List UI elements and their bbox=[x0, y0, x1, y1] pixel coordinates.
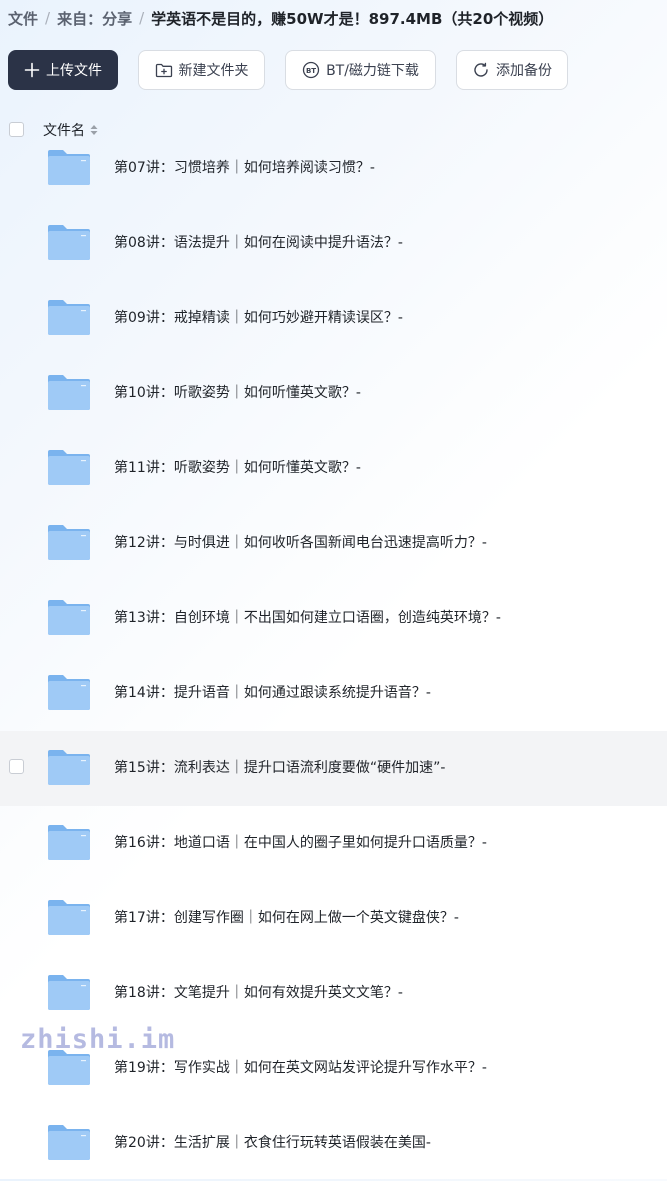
upload-button[interactable]: 上传文件 bbox=[8, 50, 118, 90]
folder-icon bbox=[48, 600, 90, 635]
folder-plus-icon bbox=[155, 62, 173, 78]
add-backup-button[interactable]: 添加备份 bbox=[456, 50, 568, 90]
folder-icon bbox=[48, 1125, 90, 1160]
folder-icon bbox=[48, 750, 90, 785]
file-name[interactable]: 第20讲：生活扩展｜衣食住行玩转英语假装在美国- bbox=[114, 1106, 431, 1181]
file-name[interactable]: 第08讲：语法提升｜如何在阅读中提升语法？- bbox=[114, 206, 403, 281]
table-row[interactable]: 第07讲：习惯培养｜如何培养阅读习惯？- bbox=[0, 131, 667, 206]
file-name[interactable]: 第18讲：文笔提升｜如何有效提升英文文笔？- bbox=[114, 956, 403, 1031]
folder-icon bbox=[48, 975, 90, 1010]
file-name[interactable]: 第12讲：与时俱进｜如何收听各国新闻电台迅速提高听力？- bbox=[114, 506, 487, 581]
table-row[interactable]: 第11讲：听歌姿势｜如何听懂英文歌？- bbox=[0, 431, 667, 506]
svg-text:BT: BT bbox=[306, 67, 316, 75]
file-name[interactable]: 第09讲：戒掉精读｜如何巧妙避开精读误区？- bbox=[114, 281, 403, 356]
file-name[interactable]: 第13讲：自创环境｜不出国如何建立口语圈，创造纯英环境？- bbox=[114, 581, 501, 656]
folder-icon bbox=[48, 225, 90, 260]
bt-magnet-download-button[interactable]: BT BT/磁力链下载 bbox=[285, 50, 436, 90]
table-row[interactable]: 第17讲：创建写作圈｜如何在网上做一个英文键盘侠？- bbox=[0, 881, 667, 956]
table-row-hovered[interactable]: 第15讲：流利表达｜提升口语流利度要做“硬件加速”- bbox=[0, 731, 667, 806]
plus-icon bbox=[24, 62, 40, 78]
table-row[interactable]: 第16讲：地道口语｜在中国人的圈子里如何提升口语质量？- bbox=[0, 806, 667, 881]
refresh-icon bbox=[472, 61, 490, 79]
toolbar: 上传文件 新建文件夹 BT BT/磁力链下载 添加备份 bbox=[8, 50, 588, 90]
breadcrumb-separator: / bbox=[139, 9, 145, 27]
table-row[interactable]: 第20讲：生活扩展｜衣食住行玩转英语假装在美国- bbox=[0, 1106, 667, 1181]
row-checkbox[interactable] bbox=[9, 759, 24, 774]
add-backup-label: 添加备份 bbox=[496, 63, 552, 79]
table-row[interactable]: 第13讲：自创环境｜不出国如何建立口语圈，创造纯英环境？- bbox=[0, 581, 667, 656]
new-folder-button-label: 新建文件夹 bbox=[178, 63, 249, 79]
file-name[interactable]: 第07讲：习惯培养｜如何培养阅读习惯？- bbox=[114, 131, 375, 206]
table-row[interactable]: 第18讲：文笔提升｜如何有效提升英文文笔？- bbox=[0, 956, 667, 1031]
breadcrumb-from-share[interactable]: 来自：分享 bbox=[57, 8, 132, 29]
table-row[interactable]: 第09讲：戒掉精读｜如何巧妙避开精读误区？- bbox=[0, 281, 667, 356]
folder-icon bbox=[48, 825, 90, 860]
table-row[interactable]: 第10讲：听歌姿势｜如何听懂英文歌？- bbox=[0, 356, 667, 431]
table-row[interactable]: 第08讲：语法提升｜如何在阅读中提升语法？- bbox=[0, 206, 667, 281]
file-name[interactable]: 第16讲：地道口语｜在中国人的圈子里如何提升口语质量？- bbox=[114, 806, 487, 881]
table-row[interactable]: 第14讲：提升语音｜如何通过跟读系统提升语音？- bbox=[0, 656, 667, 731]
folder-icon bbox=[48, 525, 90, 560]
folder-icon bbox=[48, 900, 90, 935]
breadcrumb-current-folder: 学英语不是目的，赚50W才是！897.4MB（共20个视频） bbox=[151, 9, 554, 28]
table-row[interactable]: 第12讲：与时俱进｜如何收听各国新闻电台迅速提高听力？- bbox=[0, 506, 667, 581]
breadcrumb: 文件 / 来自：分享 / 学英语不是目的，赚50W才是！897.4MB（共20个… bbox=[8, 6, 553, 30]
watermark: zhishi.im bbox=[20, 1024, 176, 1055]
upload-button-label: 上传文件 bbox=[46, 63, 102, 79]
file-name[interactable]: 第11讲：听歌姿势｜如何听懂英文歌？- bbox=[114, 431, 361, 506]
bt-icon: BT bbox=[302, 61, 320, 79]
folder-icon bbox=[48, 675, 90, 710]
folder-icon bbox=[48, 150, 90, 185]
bt-magnet-download-label: BT/磁力链下载 bbox=[326, 63, 419, 79]
folder-icon bbox=[48, 300, 90, 335]
file-name[interactable]: 第17讲：创建写作圈｜如何在网上做一个英文键盘侠？- bbox=[114, 881, 459, 956]
file-name[interactable]: 第15讲：流利表达｜提升口语流利度要做“硬件加速”- bbox=[114, 731, 445, 806]
new-folder-button[interactable]: 新建文件夹 bbox=[138, 50, 265, 90]
folder-icon bbox=[48, 375, 90, 410]
file-name[interactable]: 第14讲：提升语音｜如何通过跟读系统提升语音？- bbox=[114, 656, 431, 731]
breadcrumb-files[interactable]: 文件 bbox=[8, 8, 38, 29]
breadcrumb-separator: / bbox=[45, 9, 51, 27]
folder-icon bbox=[48, 450, 90, 485]
file-name[interactable]: 第10讲：听歌姿势｜如何听懂英文歌？- bbox=[114, 356, 361, 431]
